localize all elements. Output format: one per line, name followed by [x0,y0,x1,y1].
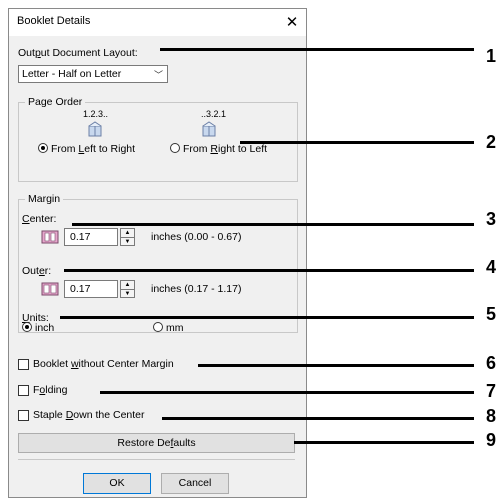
radio-left-to-right[interactable]: From Left to Right [38,143,135,155]
callout-line-5 [60,316,474,319]
booklet-without-margin-label[interactable]: Booklet without Center Margin [33,358,174,370]
radio-inch-dot[interactable] [22,322,32,332]
callout-line-6 [198,364,474,367]
booklet-details-dialog: Booklet Details ✕ Output Document Layout… [8,8,307,498]
center-range-text: inches (0.00 - 0.67) [151,231,242,243]
radio-unit-inch[interactable]: inch [22,322,54,334]
book-left-to-right-icon [88,121,102,137]
title-bar: Booklet Details ✕ [9,9,306,36]
callout-number-9: 9 [486,430,497,450]
center-spin-buttons[interactable]: ▲ ▼ [120,228,135,246]
callout-number-7: 7 [486,381,497,401]
spin-up-icon[interactable]: ▲ [121,281,134,289]
callout-line-2 [240,141,474,144]
close-icon[interactable]: ✕ [278,9,306,36]
center-margin-value: 0.17 [70,231,91,243]
spin-down-icon[interactable]: ▼ [121,289,134,298]
center-margin-input[interactable]: 0.17 [64,228,118,246]
margin-legend: Margin [25,193,64,205]
outer-margin-input[interactable]: 0.17 [64,280,118,298]
callout-number-4: 4 [486,257,497,277]
margin-group: Margin Center: 0.17 ▲ ▼ inches (0.00 - 0… [18,193,298,334]
staple-checkbox[interactable] [18,410,29,421]
staple-label[interactable]: Staple Down the Center [33,409,145,421]
left-sequence-label: 1.2.3.. [83,109,109,119]
callout-number-8: 8 [486,406,497,426]
spin-up-icon[interactable]: ▲ [121,229,134,237]
callout-number-3: 3 [486,209,497,229]
outer-range-text: inches (0.17 - 1.17) [151,283,242,295]
chevron-down-icon: ﹀ [153,70,163,80]
radio-left-to-right-dot[interactable] [38,143,48,153]
spin-down-icon[interactable]: ▼ [121,237,134,246]
page-order-legend: Page Order [25,96,86,108]
callout-line-4 [64,269,474,272]
callout-line-9 [294,441,474,444]
ok-button[interactable]: OK [83,473,151,494]
callout-line-1 [160,48,474,51]
radio-unit-mm[interactable]: mm [153,322,184,334]
cancel-button[interactable]: Cancel [161,473,229,494]
radio-right-to-left-dot[interactable] [170,143,180,153]
radio-mm-dot[interactable] [153,322,163,332]
callout-number-6: 6 [486,353,497,373]
callout-number-5: 5 [486,304,497,324]
right-sequence-label: ..3.2.1 [201,109,227,119]
center-label: Center: [22,213,57,225]
divider [18,459,295,460]
callout-line-8 [162,417,474,420]
radio-right-to-left[interactable]: From Right to Left [170,143,267,155]
output-layout-select[interactable]: Letter - Half on Letter ﹀ [18,65,168,83]
output-layout-value: Letter - Half on Letter [22,68,122,80]
folding-checkbox[interactable] [18,385,29,396]
callout-line-7 [100,391,474,394]
outer-margin-value: 0.17 [70,283,91,295]
callout-number-1: 1 [486,46,497,66]
folding-label[interactable]: Folding [33,384,67,396]
booklet-without-margin-checkbox[interactable] [18,359,29,370]
outer-spin-buttons[interactable]: ▲ ▼ [120,280,135,298]
output-layout-label: Output Document Layout: [18,47,138,59]
restore-defaults-button[interactable]: Restore Defaults [18,433,295,453]
book-right-to-left-icon [202,121,216,137]
outer-label: Outer: [22,265,52,277]
center-margin-icon [41,230,59,244]
outer-margin-icon [41,282,59,296]
callout-number-2: 2 [486,132,497,152]
dialog-title: Booklet Details [17,15,91,27]
callout-line-3 [72,223,474,226]
